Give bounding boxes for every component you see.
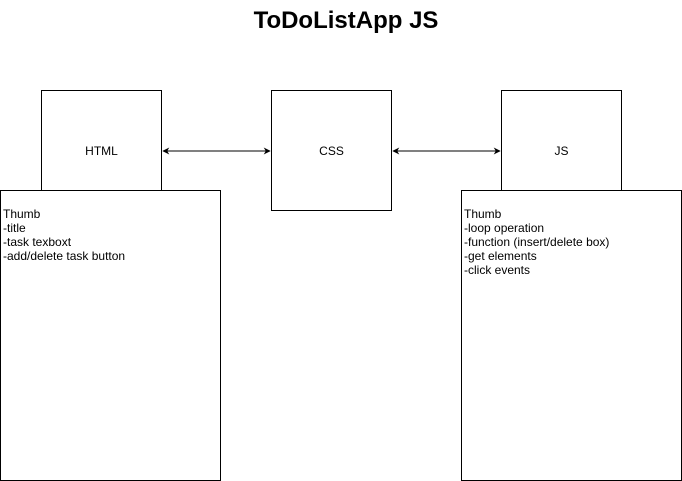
edge-layer bbox=[162, 147, 501, 155]
